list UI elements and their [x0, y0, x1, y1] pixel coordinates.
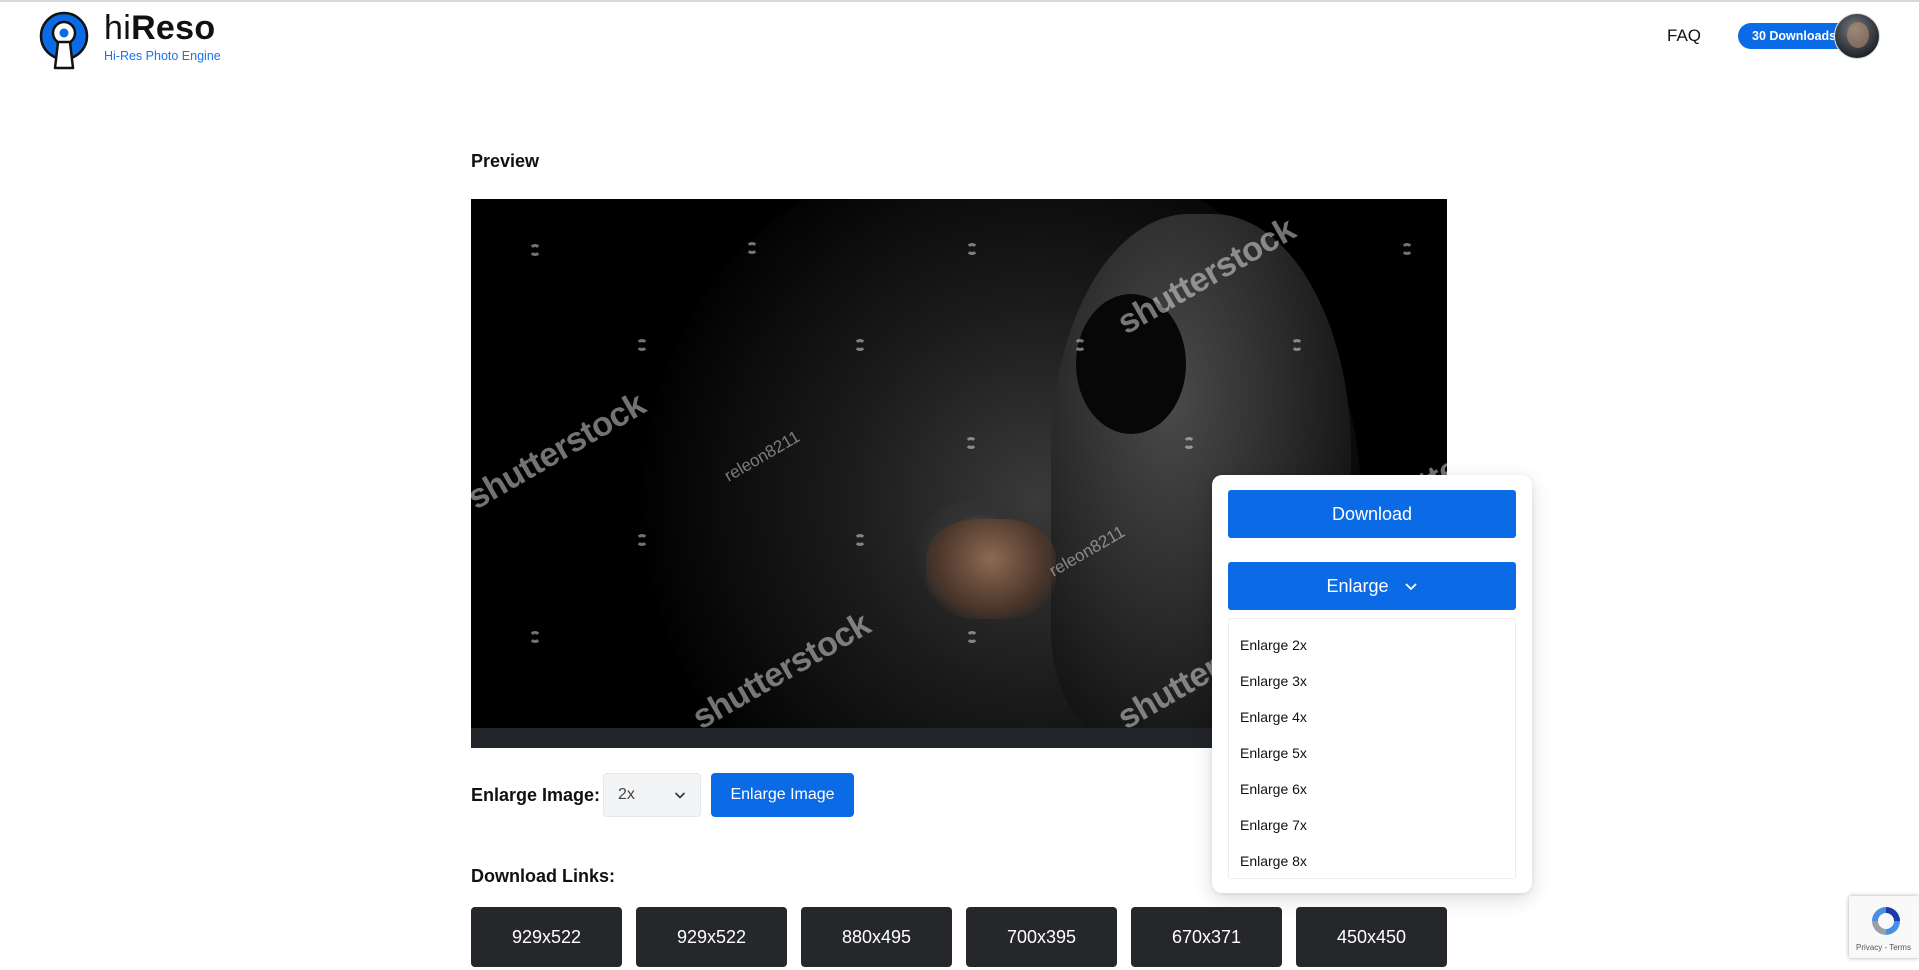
enlarge-dropdown-label: Enlarge: [1326, 576, 1389, 596]
download-size-button[interactable]: 929x522: [471, 907, 622, 967]
action-panel: Download Enlarge Enlarge 2x Enlarge 3x E…: [1212, 475, 1532, 893]
recaptcha-badge[interactable]: Privacy - Terms: [1849, 896, 1919, 958]
chevron-down-icon: [1404, 583, 1417, 591]
enlarge-menu-item-2x[interactable]: Enlarge 2x: [1229, 627, 1515, 663]
enlarge-menu-item-5x[interactable]: Enlarge 5x: [1229, 735, 1515, 771]
enlarge-factor-select[interactable]: 2x: [603, 773, 701, 817]
enlarge-menu-item-4x[interactable]: Enlarge 4x: [1229, 699, 1515, 735]
enlarge-menu-item-6x[interactable]: Enlarge 6x: [1229, 771, 1515, 807]
download-size-button[interactable]: 929x522: [636, 907, 787, 967]
download-size-button[interactable]: 450x450: [1296, 907, 1447, 967]
enlarge-factor-value: 2x: [618, 786, 635, 803]
brand-tagline: Hi-Res Photo Engine: [104, 49, 221, 63]
chevron-down-icon: [674, 792, 686, 799]
download-size-button[interactable]: 700x395: [966, 907, 1117, 967]
preview-title: Preview: [471, 151, 540, 171]
faq-link[interactable]: FAQ: [1667, 26, 1701, 46]
download-size-button[interactable]: 670x371: [1131, 907, 1282, 967]
enlarge-image-button[interactable]: Enlarge Image: [711, 773, 854, 817]
download-size-button[interactable]: 880x495: [801, 907, 952, 967]
recaptcha-icon: [1872, 907, 1900, 935]
download-links: 929x522 929x522 880x495 700x395 670x371 …: [471, 907, 1447, 967]
download-links-title: Download Links:: [471, 866, 615, 886]
watermark-text: shutterstock: [471, 384, 652, 517]
brand-logo[interactable]: hiReso Hi-Res Photo Engine: [38, 10, 221, 72]
recaptcha-terms[interactable]: Privacy - Terms: [1856, 943, 1911, 952]
avatar[interactable]: [1834, 13, 1880, 59]
brand-name: hiReso: [104, 9, 216, 47]
enlarge-menu-item-7x[interactable]: Enlarge 7x: [1229, 807, 1515, 843]
enlarge-image-label: Enlarge Image:: [471, 785, 601, 805]
download-button[interactable]: Download: [1228, 490, 1516, 538]
top-border: [0, 0, 1919, 2]
enlarge-dropdown-button[interactable]: Enlarge: [1228, 562, 1516, 610]
enlarge-menu-item-3x[interactable]: Enlarge 3x: [1229, 663, 1515, 699]
enlarge-menu: Enlarge 2x Enlarge 3x Enlarge 4x Enlarge…: [1228, 618, 1516, 879]
enlarge-menu-item-8x[interactable]: Enlarge 8x: [1229, 843, 1515, 879]
keyhole-logo-icon: [39, 11, 89, 70]
